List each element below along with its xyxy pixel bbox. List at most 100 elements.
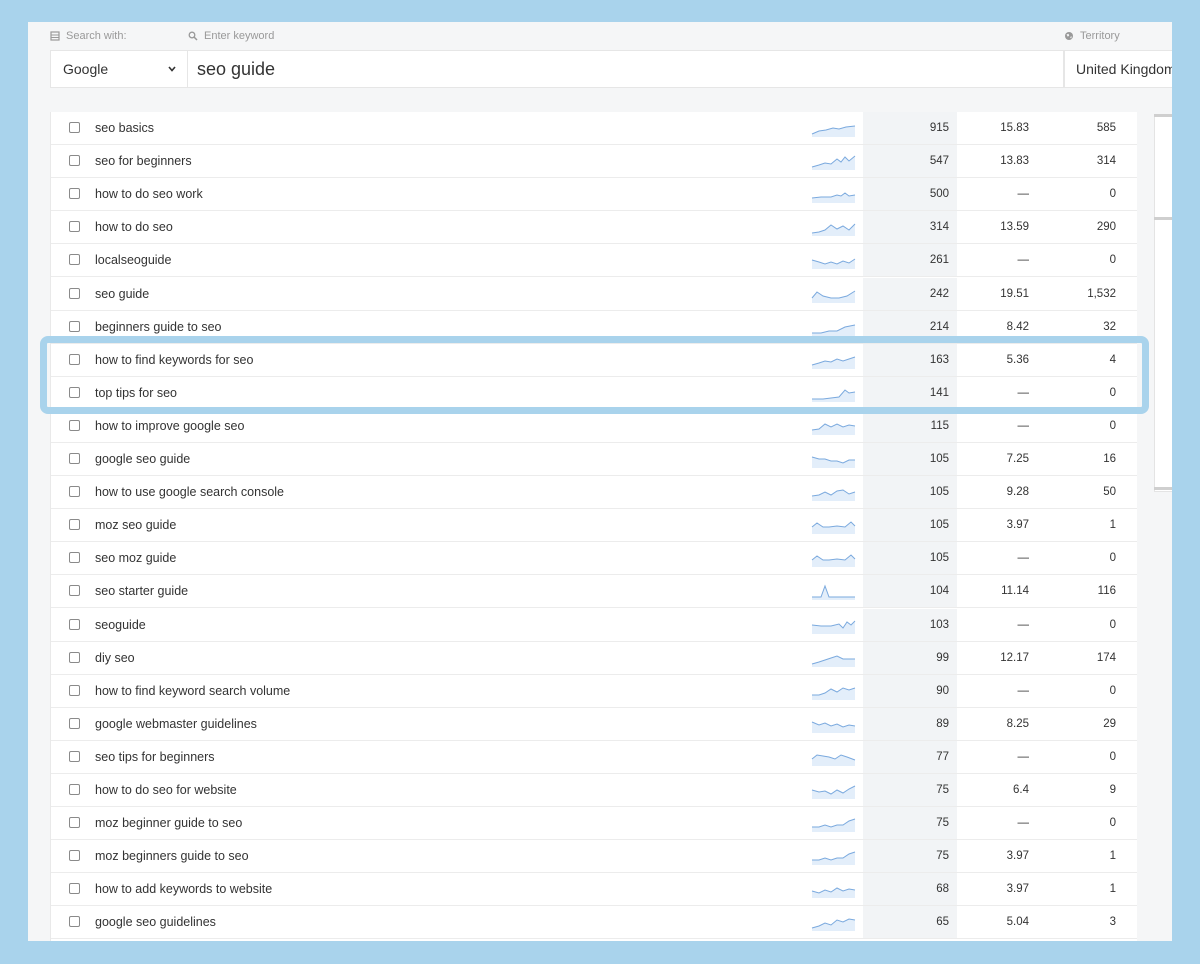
row-checkbox[interactable] [69, 386, 80, 398]
table-row[interactable]: how to add keywords to website 68 3.97 1 [51, 873, 1137, 907]
keyword-text: moz beginner guide to seo [95, 816, 243, 831]
keyword-text: seoguide [95, 617, 146, 632]
side-panel [1154, 114, 1172, 492]
row-checkbox[interactable] [69, 717, 80, 729]
table-row[interactable]: localseoguide 261 — 0 [51, 244, 1137, 278]
row-checkbox[interactable] [69, 916, 80, 928]
trend-sparkline [811, 456, 855, 468]
table-row[interactable]: how to improve google seo 115 — 0 [51, 409, 1137, 443]
keyword-difficulty: 3.97 [1006, 883, 1029, 896]
trend-sparkline [812, 818, 856, 833]
row-checkbox[interactable] [69, 188, 80, 200]
table-row[interactable]: seo tips for beginners 77 — 0 [51, 740, 1137, 774]
keyword-input-value: seo guide [197, 58, 276, 79]
table-row[interactable]: diy seo 99 12.17 174 [51, 641, 1137, 675]
trend-sparkline [812, 324, 856, 336]
keyword-text: how to find keywords for seo [95, 352, 254, 367]
keyword-difficulty: 8.42 [1006, 320, 1029, 333]
keyword-text: how to add keywords to website [95, 882, 273, 897]
search-engine-select[interactable]: Google [50, 50, 188, 88]
table-row[interactable]: moz beginner guide to seo 75 — 0 [51, 807, 1137, 841]
table-row[interactable]: top tips for seo 141 — 0 [51, 376, 1137, 410]
table-row[interactable]: google seo guide 105 7.25 16 [51, 443, 1137, 476]
results-count: 32 [1103, 320, 1116, 333]
table-row[interactable]: moz seo guide 105 3.97 1 [51, 509, 1137, 543]
trend-sparkline [811, 423, 856, 435]
row-checkbox[interactable] [69, 817, 80, 829]
row-checkbox[interactable] [69, 750, 80, 762]
row-checkbox[interactable] [69, 850, 80, 862]
table-row[interactable]: how to do seo for website 75 6.4 9 [51, 774, 1137, 807]
results-count: 0 [1109, 684, 1116, 697]
search-volume: 75 [936, 817, 949, 830]
table-row[interactable]: how to find keyword search volume 90 — 0 [51, 674, 1137, 708]
keyword-text: moz beginners guide to seo [95, 849, 249, 864]
row-checkbox[interactable] [69, 784, 80, 795]
keyword-difficulty: 9.28 [1006, 486, 1029, 499]
table-row[interactable]: how to do seo 314 13.59 290 [51, 211, 1137, 245]
search-volume: 163 [929, 353, 949, 366]
results-count: 585 [1096, 122, 1116, 134]
search-volume: 105 [929, 453, 949, 465]
row-checkbox[interactable] [69, 883, 80, 895]
results-count: 0 [1109, 254, 1116, 267]
keyword-text: seo starter guide [95, 584, 189, 599]
keyword-text: moz seo guide [95, 518, 177, 533]
row-checkbox[interactable] [69, 353, 80, 365]
territory-select[interactable]: United Kingdom [1064, 50, 1172, 88]
results-count: 16 [1103, 453, 1116, 465]
keyword-text: how to find keyword search volume [95, 683, 291, 698]
row-checkbox[interactable] [69, 519, 80, 531]
table-row[interactable]: how to do seo work 500 — 0 [51, 178, 1137, 212]
table-row[interactable]: beginners guide to seo 214 8.42 32 [51, 310, 1137, 344]
table-row[interactable]: seo for beginners 547 13.83 314 [51, 145, 1137, 179]
keyword-table: seo basics 915 15.83 585 seo for beginners 54… [50, 112, 1137, 941]
territory-label: Territory [1064, 30, 1120, 42]
globe-icon [1065, 32, 1073, 40]
table-row[interactable]: seo moz guide 105 — 0 [51, 542, 1137, 576]
table-row[interactable]: google seo guidelines 65 5.04 3 [51, 906, 1137, 940]
trend-sparkline [811, 620, 856, 634]
row-checkbox[interactable] [69, 155, 80, 167]
row-checkbox[interactable] [69, 684, 80, 696]
table-row[interactable]: seoguide 103 — 0 [51, 608, 1137, 642]
search-volume: 68 [936, 883, 949, 896]
search-volume: 75 [936, 784, 949, 796]
keyword-difficulty: 12.17 [1000, 651, 1029, 664]
search-volume: 141 [929, 386, 949, 399]
row-checkbox[interactable] [69, 254, 80, 266]
results-count: 174 [1096, 651, 1116, 664]
side-panel-divider [1154, 114, 1172, 117]
row-checkbox[interactable] [69, 122, 80, 133]
keyword-text: how to do seo for website [95, 783, 237, 797]
results-count: 116 [1097, 585, 1116, 598]
row-checkbox[interactable] [69, 453, 80, 464]
row-checkbox[interactable] [69, 618, 80, 630]
row-checkbox[interactable] [69, 320, 80, 332]
trend-sparkline [811, 258, 856, 270]
row-checkbox[interactable] [69, 552, 80, 564]
trend-sparkline [811, 754, 856, 766]
trend-sparkline [811, 290, 856, 303]
keyword-text: how to do seo work [95, 187, 203, 202]
search-engine-value: Google [63, 61, 109, 77]
table-row[interactable]: how to use google search console 105 9.28 5… [51, 476, 1137, 510]
row-checkbox[interactable] [69, 419, 80, 431]
row-checkbox[interactable] [69, 486, 80, 498]
row-checkbox[interactable] [69, 287, 80, 299]
table-row[interactable]: seo guide 242 19.51 1,532 [51, 277, 1137, 311]
row-checkbox[interactable] [69, 585, 80, 597]
row-checkbox[interactable] [69, 221, 80, 233]
table-row[interactable]: google webmaster guidelines 89 8.25 29 [51, 707, 1137, 741]
results-count: 9 [1109, 784, 1116, 796]
table-row[interactable]: seo starter guide 104 11.14 116 [51, 575, 1137, 609]
table-row[interactable]: seo basics 915 15.83 585 [51, 112, 1137, 145]
table-row[interactable]: moz beginners guide to seo 75 3.97 1 [51, 840, 1137, 874]
keyword-text: diy seo [95, 650, 135, 665]
trend-sparkline [811, 223, 856, 237]
table-row[interactable]: how to find keywords for seo 163 5.36 4 [51, 343, 1137, 377]
keyword-input[interactable]: seo guide [188, 50, 1064, 88]
trend-sparkline [812, 389, 856, 402]
row-checkbox[interactable] [69, 651, 80, 663]
keyword-text: how to do seo [95, 220, 173, 235]
